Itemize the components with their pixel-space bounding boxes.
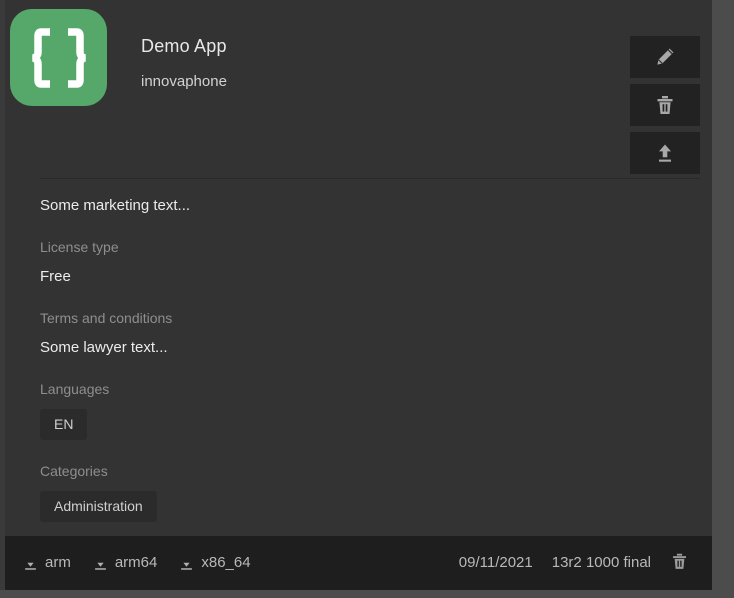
upload-icon (654, 142, 676, 164)
action-button-group (630, 36, 700, 174)
header-divider (40, 178, 700, 179)
title-block: Demo App innovaphone (141, 34, 227, 93)
card-footer: arm arm64 x86_64 (5, 536, 712, 590)
download-label: arm (45, 554, 71, 572)
terms-value: Some lawyer text... (40, 338, 700, 358)
release-date: 09/11/2021 (459, 554, 533, 572)
languages-label: Languages (40, 380, 700, 399)
card-header: Demo App innovaphone (5, 0, 712, 170)
categories-field: Categories Administration (40, 462, 700, 522)
trash-icon (654, 94, 676, 116)
upload-button[interactable] (630, 132, 700, 174)
footer-meta: 09/11/2021 13r2 1000 final (459, 552, 712, 574)
download-label: arm64 (115, 554, 158, 572)
download-icon (22, 555, 39, 572)
download-link-arm64[interactable]: arm64 (92, 554, 158, 572)
trash-icon (670, 552, 689, 574)
download-label: x86_64 (201, 554, 250, 572)
pencil-icon (654, 46, 676, 68)
download-icon (178, 555, 195, 572)
version-label: 13r2 1000 final (552, 554, 651, 572)
download-list: arm arm64 x86_64 (22, 554, 251, 572)
categories-chip-row: Administration (40, 491, 700, 522)
categories-label: Categories (40, 462, 700, 481)
card-body: Some marketing text... License type Free… (40, 196, 700, 522)
terms-field: Terms and conditions Some lawyer text... (40, 309, 700, 358)
curly-braces-app-icon (10, 9, 107, 106)
app-detail-card: Demo App innovaphone (0, 0, 712, 590)
language-chip[interactable]: EN (40, 409, 87, 440)
license-type-field: License type Free (40, 238, 700, 287)
terms-label: Terms and conditions (40, 309, 700, 328)
page-title: Demo App (141, 34, 227, 58)
edit-button[interactable] (630, 36, 700, 78)
languages-chip-row: EN (40, 409, 700, 440)
category-chip[interactable]: Administration (40, 491, 157, 522)
download-link-arm[interactable]: arm (22, 554, 71, 572)
marketing-text: Some marketing text... (40, 196, 700, 216)
download-icon (92, 555, 109, 572)
delete-button[interactable] (630, 84, 700, 126)
license-type-value: Free (40, 267, 700, 287)
license-type-label: License type (40, 238, 700, 257)
download-link-x86-64[interactable]: x86_64 (178, 554, 250, 572)
languages-field: Languages EN (40, 380, 700, 440)
app-vendor: innovaphone (141, 71, 227, 93)
footer-delete-button[interactable] (670, 552, 689, 574)
